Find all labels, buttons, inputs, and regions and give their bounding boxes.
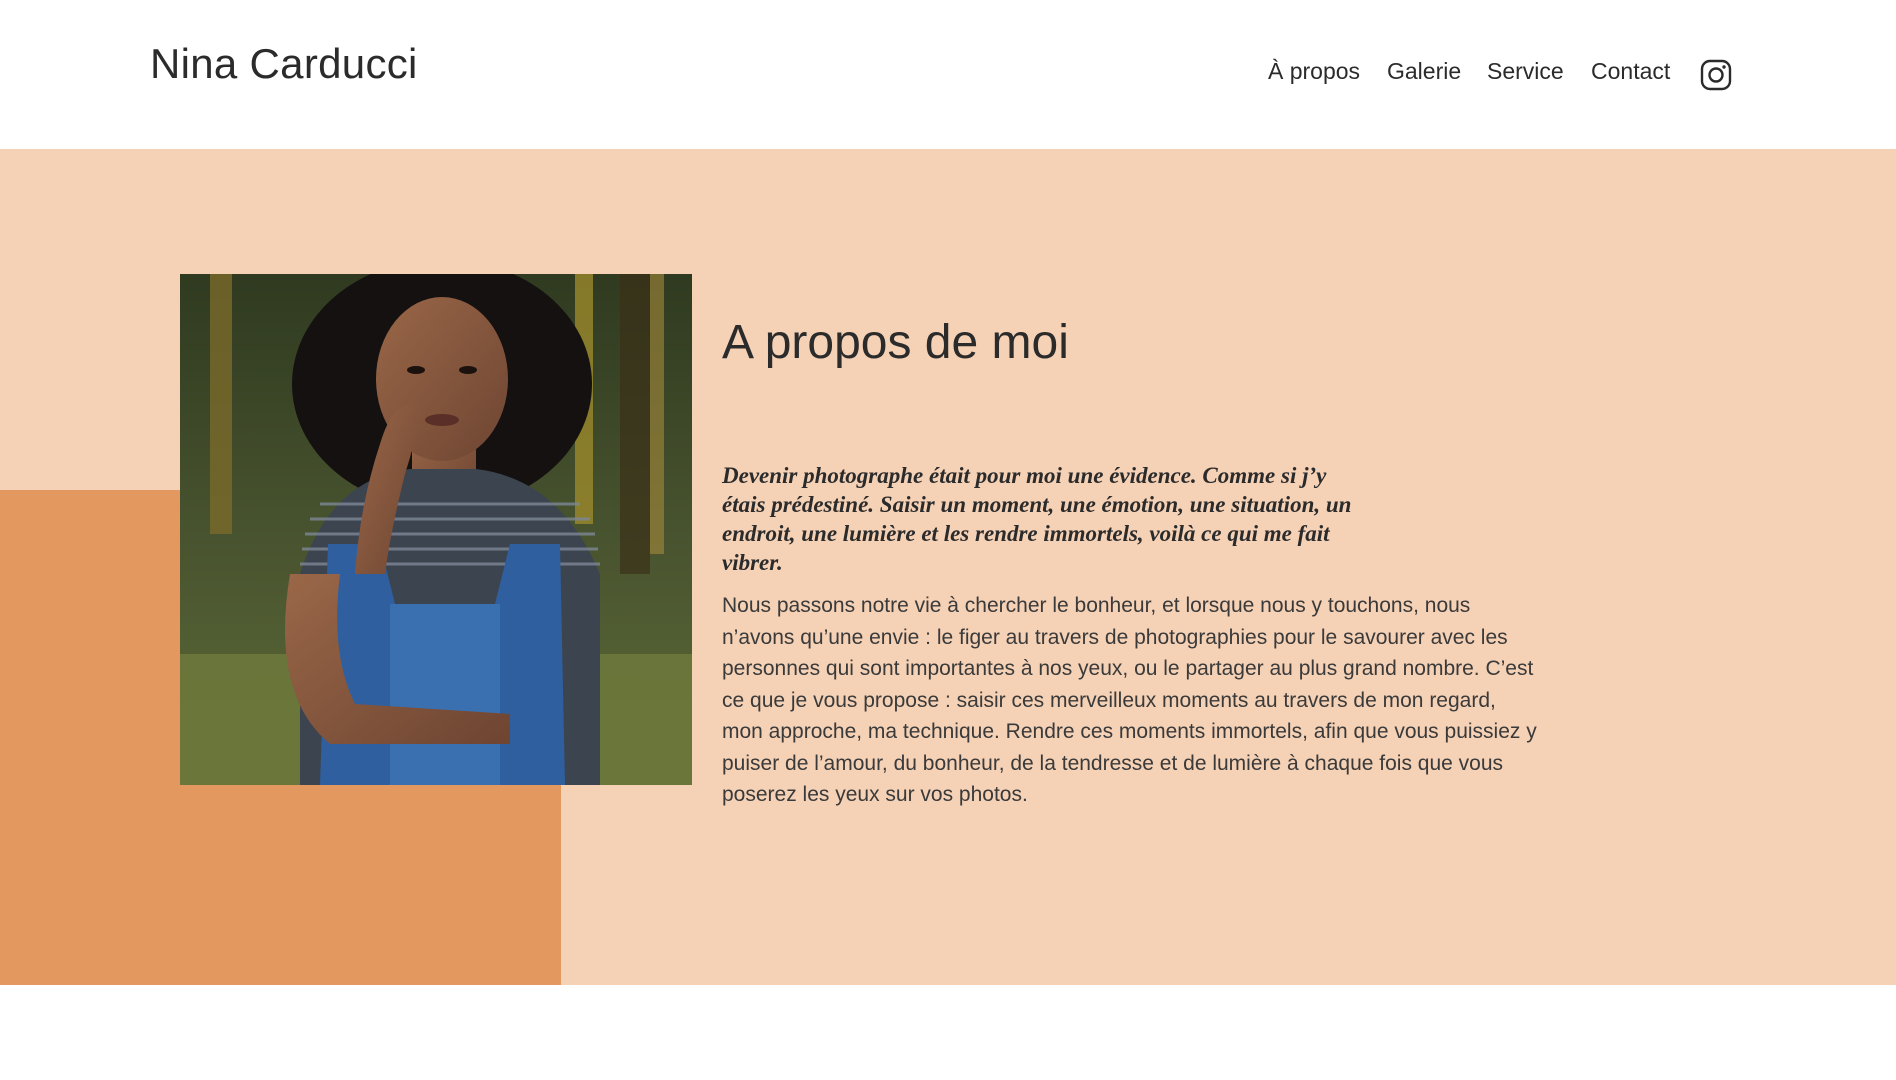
about-section: A propos de moi Devenir photographe étai… xyxy=(0,149,1896,985)
portrait-photo xyxy=(180,274,692,785)
about-title: A propos de moi xyxy=(722,316,1069,369)
nav-link-contact[interactable]: Contact xyxy=(1591,58,1670,85)
site-header: Nina Carducci À propos Galerie Service C… xyxy=(0,0,1896,149)
main-nav: À propos Galerie Service Contact xyxy=(0,58,1896,94)
next-section-peek xyxy=(0,985,1896,1080)
about-body-text: Nous passons notre vie à chercher le bon… xyxy=(722,594,1537,806)
instagram-icon[interactable] xyxy=(1700,59,1732,91)
nav-link-a-propos[interactable]: À propos xyxy=(1268,58,1360,85)
nav-link-service[interactable]: Service xyxy=(1487,58,1564,85)
nav-link-galerie[interactable]: Galerie xyxy=(1387,58,1461,85)
about-quote: Devenir photographe était pour moi une é… xyxy=(722,463,1352,575)
